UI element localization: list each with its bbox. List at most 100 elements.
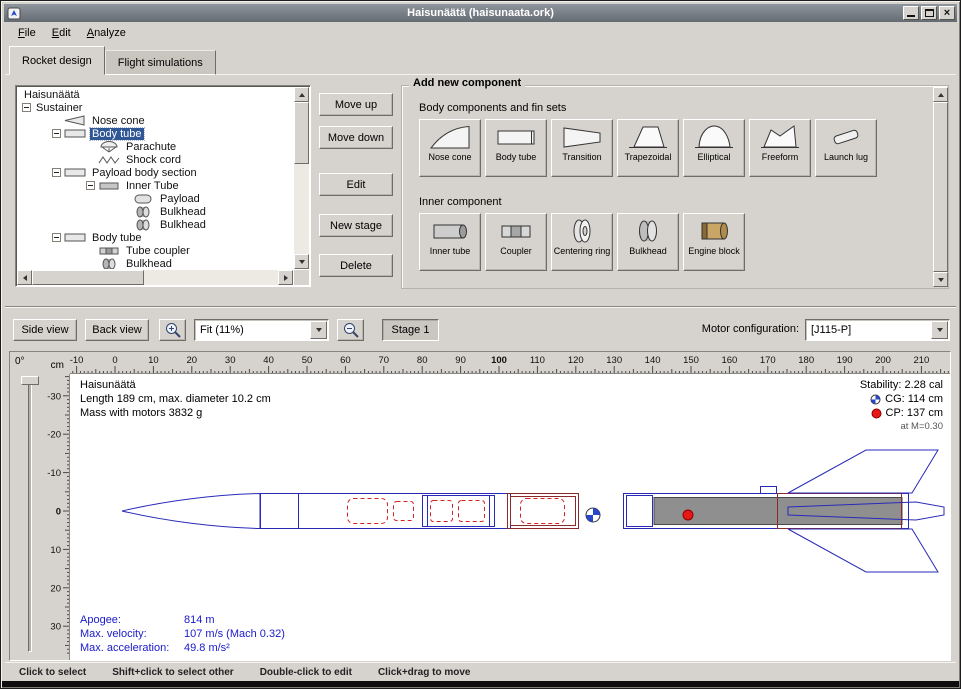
tree-item-tube-coupler[interactable]: Tube coupler [18,244,293,257]
tree-horizontal-scrollbar[interactable] [17,270,293,285]
add-engine-block-button[interactable]: Engine block [683,213,745,271]
tab-flight-simulations[interactable]: Flight simulations [105,50,216,75]
tree-item-payload-body-section[interactable]: Payload body section [18,166,293,179]
stage-1-toggle[interactable]: Stage 1 [382,319,439,341]
expander-icon[interactable] [86,181,95,190]
scroll-up-button[interactable] [294,87,309,102]
motor-configuration-select[interactable]: [J115-P] [805,319,950,341]
tree-item-bulkhead[interactable]: Bulkhead [18,257,293,269]
scroll-down-button[interactable] [933,272,948,287]
scrollbar-thumb[interactable] [294,102,309,164]
menu-edit[interactable]: Edit [45,25,78,41]
add-launch-lug-button[interactable]: Launch lug [815,119,877,177]
add-centering-ring-button[interactable]: Centering ring [551,213,613,271]
scrollbar-thumb[interactable] [32,270,144,285]
scrollbar-thumb[interactable] [933,102,948,272]
rotation-slider-track[interactable] [28,380,32,652]
edit-button[interactable]: Edit [319,173,393,196]
add-elliptical-button[interactable]: Elliptical [683,119,745,177]
tree-item-label: Bulkhead [158,206,208,218]
add-trapezoidal-button[interactable]: Trapezoidal [617,119,679,177]
tree-item-parachute[interactable]: Parachute [18,140,293,153]
svg-text:50: 50 [302,355,313,366]
back-view-button[interactable]: Back view [85,319,149,341]
zoom-in-button[interactable] [159,319,186,341]
move-down-button[interactable]: Move down [319,126,393,149]
zoom-select[interactable]: Fit (11%) [194,319,329,341]
tree-item-shock-cord[interactable]: Shock cord [18,153,293,166]
svg-text:-20: -20 [47,430,61,441]
app-icon [7,7,21,20]
side-view-button[interactable]: Side view [13,319,77,341]
apogee-value: 814 m [184,613,215,627]
tree-item-nose-cone[interactable]: Nose cone [18,114,293,127]
add-panel-scrollbar[interactable] [933,87,948,287]
parachute-icon [98,140,122,153]
add-coupler-button[interactable]: Coupler [485,213,547,271]
component-label: Elliptical [696,152,731,162]
rotation-angle-label: 0° [15,356,25,367]
scroll-left-button[interactable] [17,270,32,285]
add-transition-button[interactable]: Transition [551,119,613,177]
component-label: Nose cone [427,152,472,162]
scroll-up-button[interactable] [933,87,948,102]
inner-components-row: Inner tube Coupler Centering ring BulkheadE… [419,213,745,271]
transition-icon [560,122,604,152]
component-label: Centering ring [553,246,612,256]
chevron-down-icon[interactable] [931,321,948,339]
maximize-button[interactable] [921,6,937,20]
shockcord-icon [98,153,122,166]
expander-icon[interactable] [52,168,61,177]
move-up-button[interactable]: Move up [319,93,393,116]
tree-item-body-tube[interactable]: Body tube [18,127,293,140]
minimize-button[interactable] [903,6,919,20]
add-bulkhead-button[interactable]: Bulkhead [617,213,679,271]
expander-icon[interactable] [52,129,61,138]
cg-marker [586,508,600,522]
rotation-slider-handle[interactable] [21,376,39,385]
menu-file[interactable]: File [11,25,43,41]
component-tree-panel[interactable]: HaisunäätäSustainerNose coneBody tubePar… [15,85,311,287]
app-window: Haisunäätä (haisunaata.ork) × FileEditAn… [0,0,961,689]
zoom-out-button[interactable] [337,319,364,341]
close-button[interactable]: × [939,6,955,20]
menu-analyze[interactable]: Analyze [80,25,133,41]
expander-icon[interactable] [52,233,61,242]
tree-item-label: Payload [158,193,202,205]
tree-item-inner-tube[interactable]: Inner Tube [18,179,293,192]
tree-item-sustainer[interactable]: Sustainer [18,101,293,114]
window-controls: × [903,6,955,20]
svg-text:120: 120 [568,355,584,366]
component-label: Coupler [499,246,533,256]
tree-item-bulkhead[interactable]: Bulkhead [18,205,293,218]
maximize-icon [925,9,934,17]
expander-icon[interactable] [22,103,31,112]
tab-strip: Rocket design Flight simulations [9,46,216,75]
bottom-strip [1,681,960,688]
add-inner-tube-button[interactable]: Inner tube [419,213,481,271]
add-body-tube-button[interactable]: Body tube [485,119,547,177]
tree-item-haisun-t[interactable]: Haisunäätä [18,88,293,101]
tree-item-bulkhead[interactable]: Bulkhead [18,218,293,231]
bodytube-icon [64,231,88,244]
tree-item-body-tube[interactable]: Body tube [18,231,293,244]
title-bar[interactable]: Haisunäätä (haisunaata.ork) × [4,4,957,22]
body-components-label: Body components and fin sets [419,102,566,114]
ruler-unit-label: cm [51,360,64,371]
new-stage-button[interactable]: New stage [319,214,393,237]
component-label: Inner tube [429,246,472,256]
tree-vertical-scrollbar[interactable] [294,87,309,269]
add-freeform-button[interactable]: Freeform [749,119,811,177]
add-nose-cone-button[interactable]: Nose cone [419,119,481,177]
scroll-down-button[interactable] [294,254,309,269]
scroll-right-button[interactable] [278,270,293,285]
component-tree: HaisunäätäSustainerNose coneBody tubePar… [18,88,293,269]
tab-rocket-design[interactable]: Rocket design [9,46,105,75]
rocket-mass: Mass with motors 3832 g [80,406,271,420]
add-component-panel: Add new component Body components and fi… [401,77,949,289]
chevron-down-icon[interactable] [310,321,327,339]
cp-marker [683,510,693,520]
delete-button[interactable]: Delete [319,254,393,277]
tree-item-payload[interactable]: Payload [18,192,293,205]
rocket-canvas[interactable]: Haisunäätä Length 189 cm, max. diameter … [70,374,951,661]
